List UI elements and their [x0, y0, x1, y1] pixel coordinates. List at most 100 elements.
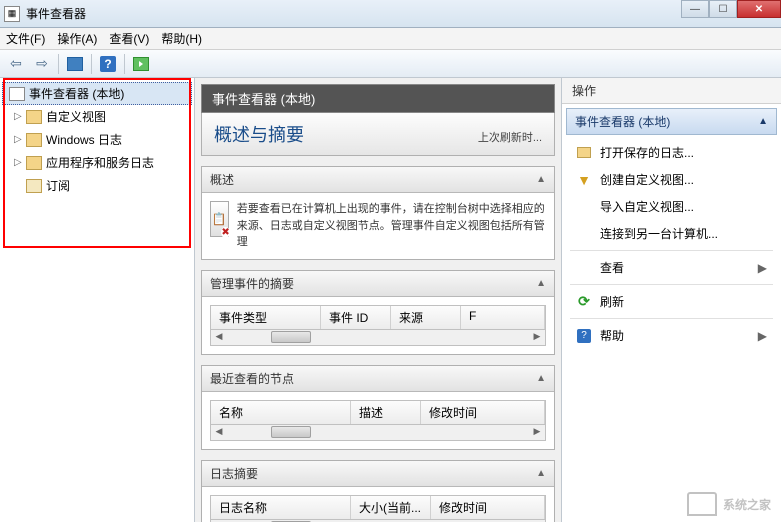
blank-icon	[576, 260, 592, 276]
window-title: 事件查看器	[26, 5, 86, 22]
tree-item-label: Windows 日志	[46, 131, 122, 148]
menu-view[interactable]: 查看(V)	[109, 30, 149, 47]
collapse-icon: ▲	[536, 468, 546, 479]
tree-item-subscriptions[interactable]: 订阅	[0, 174, 194, 197]
col-modified[interactable]: 修改时间	[421, 401, 545, 424]
menu-file[interactable]: 文件(F)	[6, 30, 45, 47]
menubar: 文件(F) 操作(A) 查看(V) 帮助(H)	[0, 28, 781, 50]
minimize-button[interactable]: —	[681, 0, 709, 18]
section-header-logsum[interactable]: 日志摘要 ▲	[202, 461, 554, 487]
col-size[interactable]: 大小(当前...	[351, 496, 431, 519]
action-label: 导入自定义视图...	[600, 198, 694, 215]
col-modified[interactable]: 修改时间	[431, 496, 545, 519]
separator	[91, 54, 92, 74]
back-button[interactable]: ⇦	[4, 53, 28, 75]
separator	[570, 318, 773, 319]
app-icon: ▦	[4, 6, 20, 22]
col-event-type[interactable]: 事件类型	[211, 306, 321, 329]
submenu-arrow-icon: ▶	[758, 261, 767, 275]
close-button[interactable]: ✕	[737, 0, 781, 18]
section-header-summary[interactable]: 管理事件的摘要 ▲	[202, 271, 554, 297]
scroll-right-icon[interactable]: ▶	[529, 425, 545, 439]
menu-help[interactable]: 帮助(H)	[161, 30, 202, 47]
action-import-custom-view[interactable]: 导入自定义视图...	[562, 193, 781, 220]
collapse-icon: ▲	[536, 278, 546, 289]
grid-header: 日志名称 大小(当前... 修改时间	[210, 495, 546, 520]
col-logname[interactable]: 日志名称	[211, 496, 351, 519]
horizontal-scrollbar[interactable]: ◀ ▶	[210, 330, 546, 346]
folder-icon	[26, 179, 42, 193]
grid-header: 事件类型 事件 ID 来源 F	[210, 305, 546, 330]
tree-item-app-services[interactable]: ▷ 应用程序和服务日志	[0, 151, 194, 174]
section-header-overview[interactable]: 概述 ▲	[202, 167, 554, 193]
blank-icon	[576, 226, 592, 242]
tree-pane: 事件查看器 (本地) ▷ 自定义视图 ▷ Windows 日志 ▷ 应用程序和服…	[0, 78, 195, 522]
col-more[interactable]: F	[461, 306, 545, 329]
separator	[570, 250, 773, 251]
maximize-button[interactable]: ☐	[709, 0, 737, 18]
grid-header: 名称 描述 修改时间	[210, 400, 546, 425]
scroll-right-icon[interactable]: ▶	[529, 330, 545, 344]
section-header-recent[interactable]: 最近查看的节点 ▲	[202, 366, 554, 392]
tree-item-windows-logs[interactable]: ▷ Windows 日志	[0, 128, 194, 151]
action-refresh[interactable]: ⟳ 刷新	[562, 288, 781, 315]
scroll-left-icon[interactable]: ◀	[211, 425, 227, 439]
titlebar: ▦ 事件查看器 — ☐ ✕	[0, 0, 781, 28]
action-open-saved-log[interactable]: 打开保存的日志...	[562, 139, 781, 166]
section-overview: 概述 ▲ 📋 若要查看已在计算机上出现的事件，请在控制台树中选择相应的来源、日志…	[201, 166, 555, 260]
play-icon	[133, 57, 149, 71]
arrow-right-icon: ⇨	[36, 55, 48, 72]
section-title: 最近查看的节点	[210, 370, 294, 387]
folder-icon	[26, 156, 42, 170]
scroll-left-icon[interactable]: ◀	[211, 330, 227, 344]
tree-item-label: 自定义视图	[46, 108, 106, 125]
forward-button[interactable]: ⇨	[30, 53, 54, 75]
tree-root[interactable]: 事件查看器 (本地)	[2, 82, 192, 105]
folder-open-icon	[576, 145, 592, 161]
action-help[interactable]: ? 帮助 ▶	[562, 322, 781, 349]
horizontal-scrollbar[interactable]: ◀ ▶	[210, 425, 546, 441]
section-body: 日志名称 大小(当前... 修改时间 ◀ ▶	[202, 487, 554, 522]
section-body: 📋 若要查看已在计算机上出现的事件，请在控制台树中选择相应的来源、日志或自定义视…	[202, 193, 554, 259]
center-subheader: 概述与摘要 上次刷新时...	[201, 113, 555, 156]
collapse-icon: ▲	[536, 174, 546, 185]
overview-title: 概述与摘要	[214, 121, 304, 147]
action-label: 创建自定义视图...	[600, 171, 694, 188]
menu-action[interactable]: 操作(A)	[57, 30, 97, 47]
actions-pane: 操作 事件查看器 (本地) ▲ 打开保存的日志... ▼ 创建自定义视图... …	[561, 78, 781, 522]
expand-icon[interactable]: ▷	[14, 157, 24, 168]
action-connect-computer[interactable]: 连接到另一台计算机...	[562, 220, 781, 247]
action-label: 查看	[600, 259, 624, 276]
actions-group-label: 事件查看器 (本地)	[575, 113, 670, 130]
help-icon: ?	[576, 328, 592, 344]
center-header: 事件查看器 (本地)	[201, 84, 555, 113]
scroll-thumb[interactable]	[271, 426, 311, 438]
section-body: 名称 描述 修改时间 ◀ ▶	[202, 392, 554, 449]
col-source[interactable]: 来源	[391, 306, 461, 329]
action-pane-button[interactable]	[129, 53, 153, 75]
folder-icon	[26, 133, 42, 147]
separator	[570, 284, 773, 285]
scroll-thumb[interactable]	[271, 331, 311, 343]
last-refresh-label: 上次刷新时...	[478, 129, 542, 145]
tree-item-custom-views[interactable]: ▷ 自定义视图	[0, 105, 194, 128]
action-create-custom-view[interactable]: ▼ 创建自定义视图...	[562, 166, 781, 193]
submenu-arrow-icon: ▶	[758, 329, 767, 343]
folder-icon	[26, 110, 42, 124]
action-view[interactable]: 查看 ▶	[562, 254, 781, 281]
help-button[interactable]: ?	[96, 53, 120, 75]
funnel-icon: ▼	[576, 172, 592, 188]
actions-title: 操作	[562, 78, 781, 104]
action-label: 打开保存的日志...	[600, 144, 694, 161]
show-hide-tree-button[interactable]	[63, 53, 87, 75]
window-buttons: — ☐ ✕	[681, 0, 781, 18]
col-desc[interactable]: 描述	[351, 401, 421, 424]
col-event-id[interactable]: 事件 ID	[321, 306, 391, 329]
tree-item-label: 订阅	[46, 177, 70, 194]
expand-icon[interactable]: ▷	[14, 134, 24, 145]
expand-icon[interactable]: ▷	[14, 111, 24, 122]
blank-icon	[576, 199, 592, 215]
action-label: 帮助	[600, 327, 624, 344]
col-name[interactable]: 名称	[211, 401, 351, 424]
actions-group-header[interactable]: 事件查看器 (本地) ▲	[566, 108, 777, 135]
